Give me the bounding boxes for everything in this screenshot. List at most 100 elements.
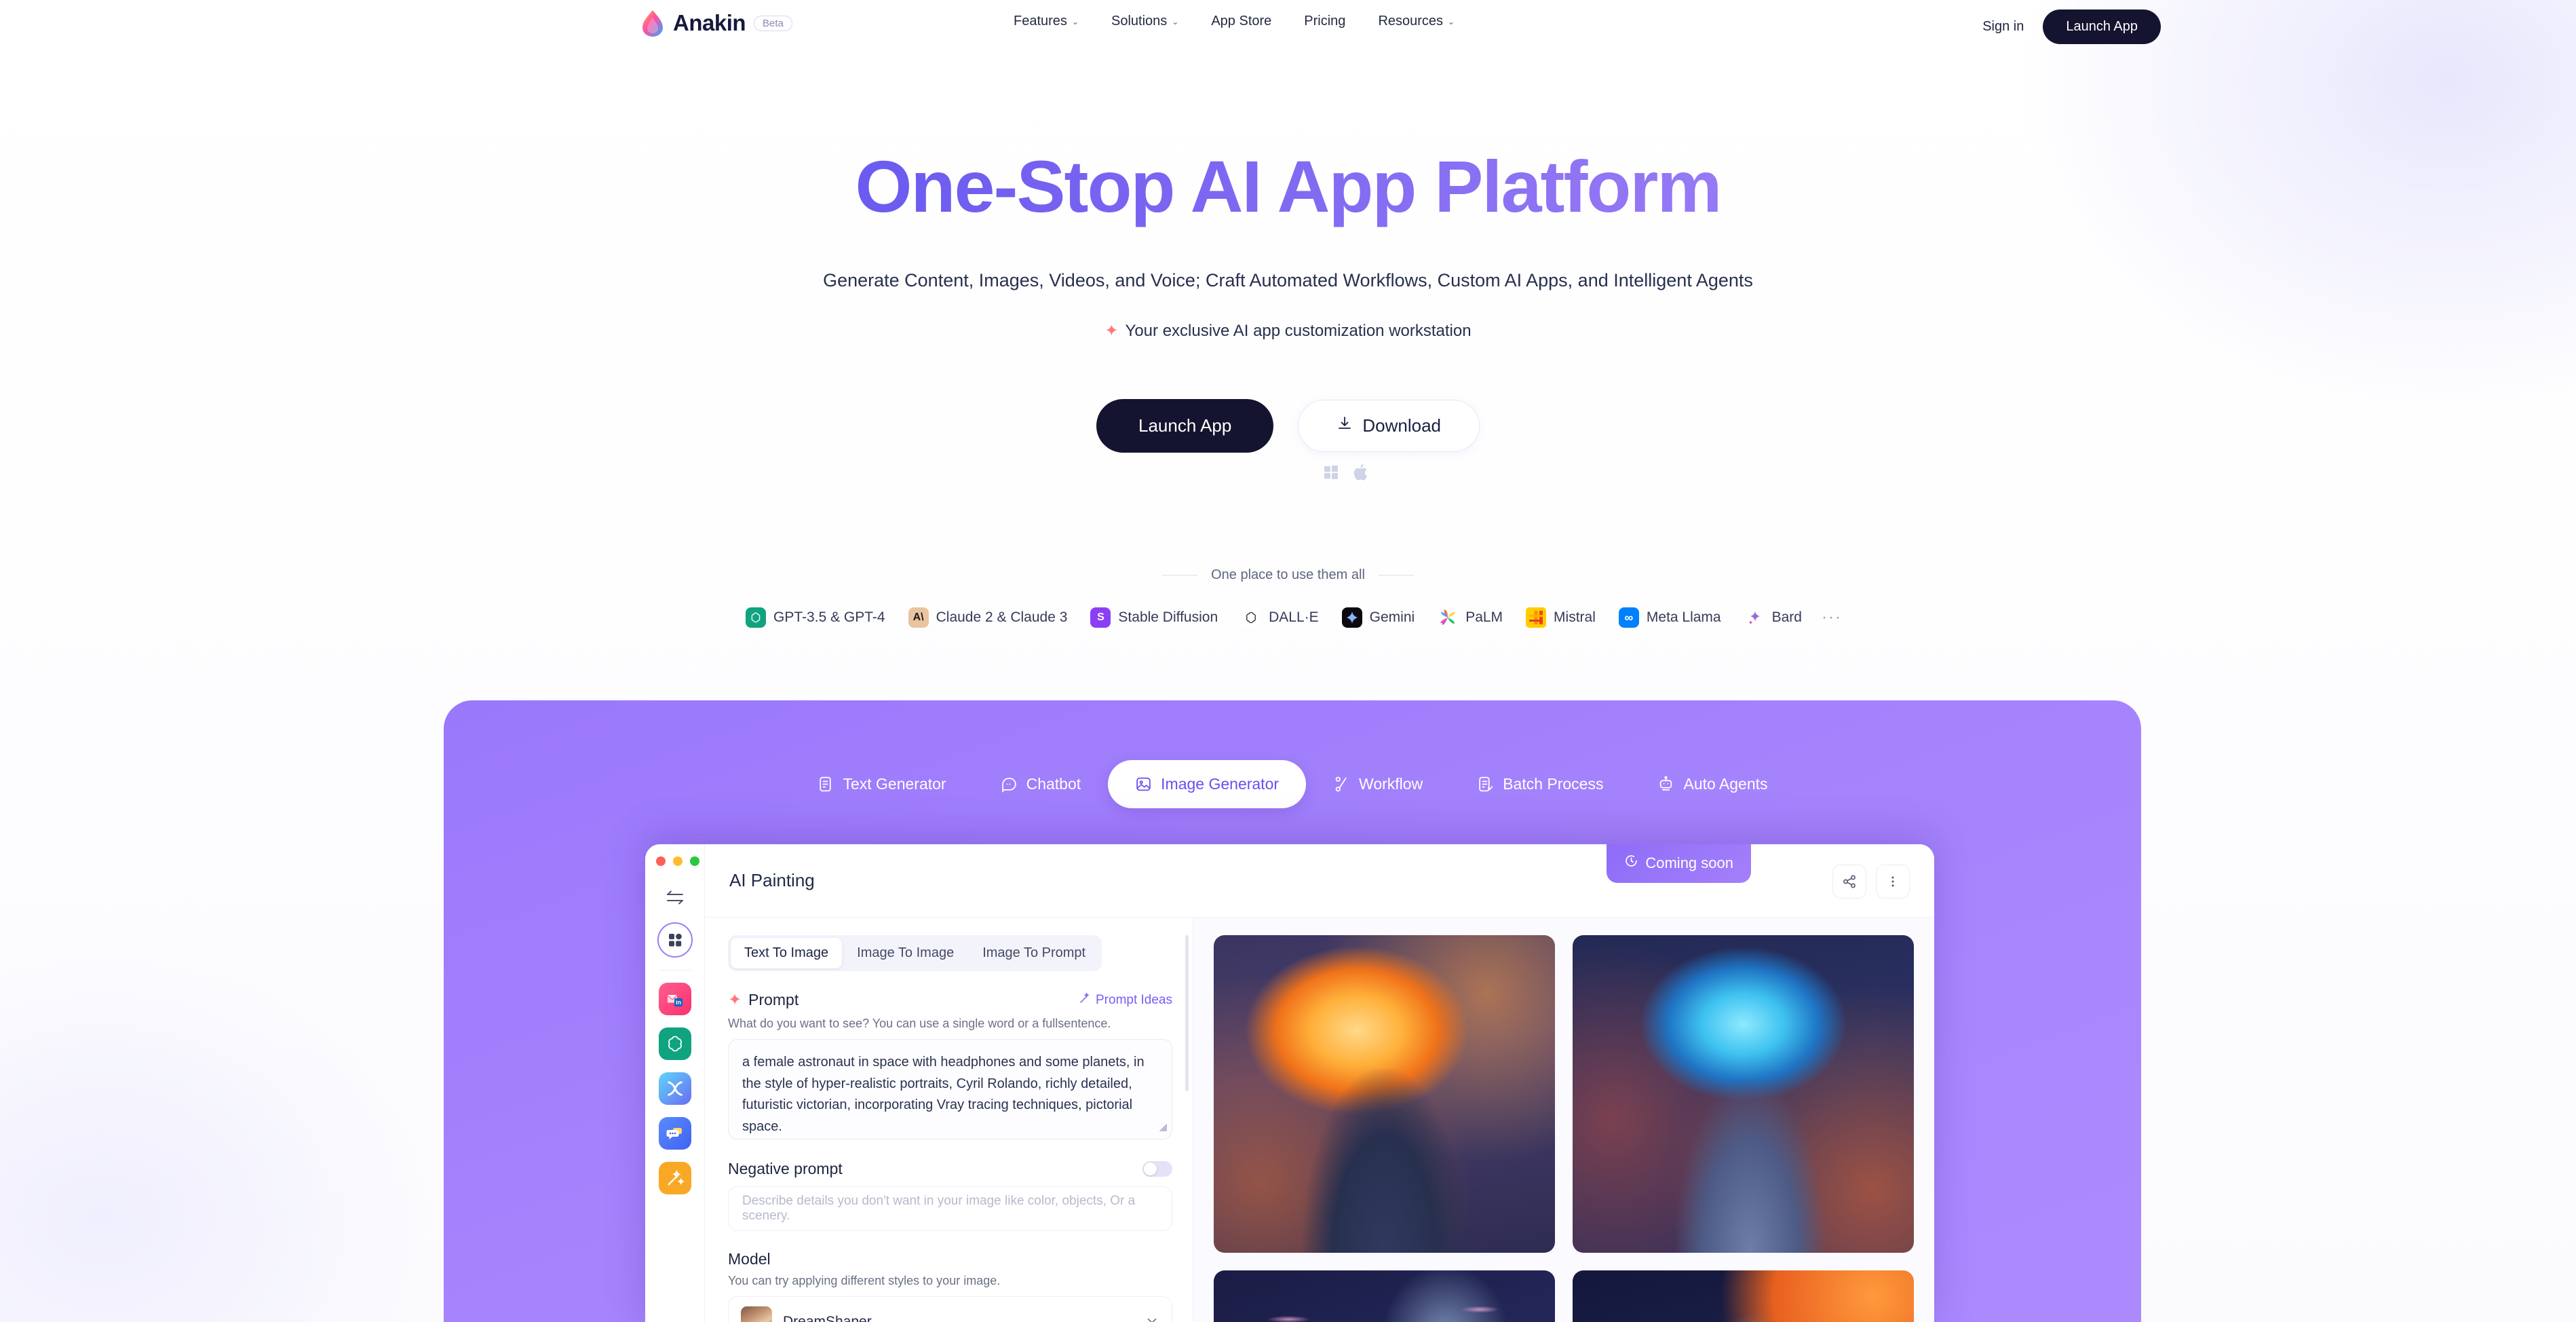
form-scrollbar[interactable] [1185,935,1189,1091]
sparkle-icon: ✦ [1104,322,1119,340]
merge-app-icon[interactable] [658,1072,691,1105]
brand-logo[interactable]: Anakin Beta [640,10,792,37]
model-meta-llama[interactable]: ∞ Meta Llama [1607,607,1733,628]
tab-workflow[interactable]: Workflow [1306,760,1450,808]
openai-app-icon[interactable] [658,1027,691,1060]
workflow-icon [1333,776,1350,793]
status-badge-label: Coming soon [1645,854,1733,871]
model-dalle[interactable]: DALL·E [1229,607,1330,628]
chat-bubbles-app-icon[interactable] [658,1117,691,1150]
app-window: in AI Painting Coming soon Text To Image… [645,844,1934,1322]
mode-tab-text-to-image[interactable]: Text To Image [731,938,843,968]
mode-tab-image-to-prompt[interactable]: Image To Prompt [969,938,1099,968]
image-generator-form: Text To Image Image To Image Image To Pr… [705,918,1193,1322]
meta-icon: ∞ [1618,607,1639,628]
nav-launch-app-button[interactable]: Launch App [2043,10,2161,44]
app-sidebar-rail: in [645,844,705,1322]
clock-icon [1624,854,1638,872]
tab-text-generator[interactable]: Text Generator [790,760,973,808]
result-image-3[interactable] [1214,1270,1555,1322]
result-image-1[interactable] [1214,935,1555,1253]
result-image-4[interactable] [1573,1270,1914,1322]
results-grid [1193,918,1934,1322]
close-window-dot[interactable] [656,856,666,866]
bard-icon [1744,607,1765,628]
model-palm[interactable]: PaLM [1426,607,1514,628]
tab-batch-process[interactable]: Batch Process [1450,760,1630,808]
model-label: PaLM [1465,609,1503,625]
prompt-hint: What do you want to see? You can use a s… [728,1017,1111,1030]
hero-tagline-text: Your exclusive AI app customization work… [1125,321,1472,340]
nav-item-resources[interactable]: Resources ⌄ [1362,14,1471,29]
model-thumbnail [741,1306,772,1322]
nav-item-pricing[interactable]: Pricing [1288,14,1362,29]
chevron-down-icon: ⌄ [1448,16,1455,26]
tab-chatbot[interactable]: Chatbot [974,760,1109,808]
page-root: Anakin Beta Features ⌄ Solutions ⌄ App S… [0,0,2576,1322]
mode-tab-image-to-image[interactable]: Image To Image [843,938,967,968]
wand-icon [1079,992,1091,1008]
hero-launch-app-button[interactable]: Launch App [1096,399,1274,453]
prompt-ideas-button[interactable]: Prompt Ideas [1079,992,1172,1008]
model-stable-diffusion[interactable]: S Stable Diffusion [1079,607,1229,628]
tab-auto-agents[interactable]: Auto Agents [1630,760,1794,808]
model-select[interactable]: DreamShaper [728,1296,1172,1322]
swap-arrows-icon[interactable] [665,889,685,910]
model-claude[interactable]: A\ Claude 2 & Claude 3 [897,607,1079,628]
chevron-down-icon [1145,1313,1159,1322]
apps-grid-icon[interactable] [657,922,693,958]
more-models-icon[interactable]: ··· [1813,608,1842,627]
page-title: One-Stop AI App Platform [0,146,2576,227]
window-traffic-lights [645,856,699,866]
hero-download-button[interactable]: Download [1298,400,1480,452]
minimize-window-dot[interactable] [673,856,683,866]
magic-wand-app-icon[interactable] [658,1162,691,1194]
app-title: AI Painting [729,870,815,890]
resize-grip-icon[interactable]: ◢ [1159,1119,1167,1135]
negative-prompt-input[interactable]: Describe details you don't want in your … [728,1186,1172,1231]
model-gpt[interactable]: GPT-3.5 & GPT-4 [734,607,897,628]
nav-links: Features ⌄ Solutions ⌄ App Store Pricing… [997,14,1471,29]
sign-in-link[interactable]: Sign in [1982,19,2024,35]
model-label: GPT-3.5 & GPT-4 [773,609,885,625]
prompt-label: Prompt [748,991,799,1008]
model-gemini[interactable]: Gemini [1330,607,1427,628]
negative-prompt-toggle[interactable] [1142,1161,1172,1177]
nav-item-solutions[interactable]: Solutions ⌄ [1095,14,1195,29]
maximize-window-dot[interactable] [690,856,699,866]
image-icon [1135,776,1152,793]
nav-item-features[interactable]: Features ⌄ [997,14,1095,29]
app-header: AI Painting Coming soon [705,844,1934,918]
apple-icon[interactable] [1353,464,1367,484]
prompt-input[interactable]: a female astronaut in space with headpho… [728,1039,1172,1139]
chevron-down-icon: ⌄ [1172,16,1179,26]
document-lines-icon [817,776,834,793]
nav-actions: Sign in Launch App [1982,10,2161,44]
model-mistral[interactable]: Mistral [1514,607,1607,628]
linkedin-mail-app-icon[interactable]: in [658,983,691,1015]
model-label: Meta Llama [1646,609,1721,625]
nav-item-app-store[interactable]: App Store [1195,14,1288,29]
hero-subtitle: Generate Content, Images, Videos, and Vo… [823,270,1753,290]
prompt-header: ✦ Prompt Prompt Ideas [728,990,1172,1010]
negative-prompt-placeholder: Describe details you don't want in your … [742,1194,1136,1223]
mistral-icon [1526,607,1547,628]
anakin-flame-icon [640,10,665,37]
app-header-actions [1832,865,1910,899]
more-vertical-icon[interactable] [1876,865,1910,899]
model-label: Claude 2 & Claude 3 [936,609,1068,625]
one-place-caption: One place to use them all [0,567,2576,583]
model-label: Bard [1771,609,1802,625]
hero-cta-row: Launch App Download [0,399,2576,453]
share-icon[interactable] [1832,865,1866,899]
negative-prompt-label: Negative prompt [728,1160,843,1177]
model-bard[interactable]: Bard [1733,607,1813,628]
sparkle-icon: ✦ [728,991,742,1009]
windows-icon[interactable] [1324,465,1339,483]
tab-image-generator[interactable]: Image Generator [1108,760,1307,808]
showcase-tabs: Text Generator Chatbot Image Generator W… [444,760,2141,808]
tab-label: Auto Agents [1683,775,1768,793]
result-image-2[interactable] [1573,935,1914,1253]
model-hint: You can try applying different styles to… [728,1274,1001,1287]
brand-name: Anakin [673,10,746,35]
